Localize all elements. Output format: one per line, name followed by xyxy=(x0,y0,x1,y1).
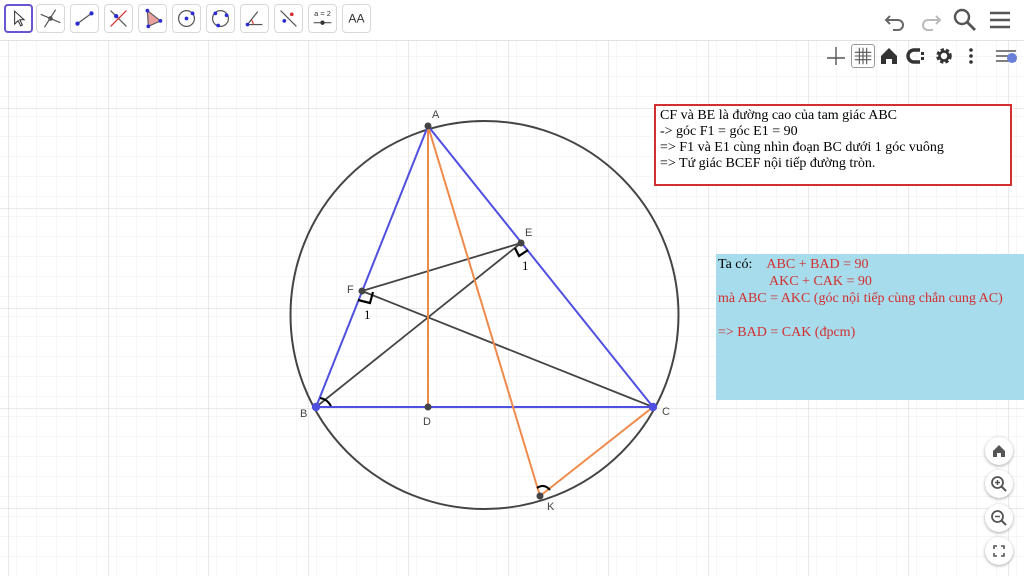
magnet-icon xyxy=(906,48,924,64)
text-tool-button[interactable]: AA xyxy=(342,4,371,33)
search-button[interactable] xyxy=(951,6,979,34)
angle-label-e1: 1 xyxy=(522,258,529,273)
point-capturing-button[interactable] xyxy=(904,44,928,68)
point-d[interactable] xyxy=(424,403,432,411)
note2-prefix: Ta có: xyxy=(718,257,753,272)
undo-button[interactable] xyxy=(881,6,909,34)
search-icon xyxy=(953,8,976,31)
point-e[interactable] xyxy=(517,239,525,247)
note1-line2: -> góc F1 = góc E1 = 90 xyxy=(660,124,798,139)
kebab-menu-icon xyxy=(969,48,973,64)
point-c[interactable] xyxy=(648,402,658,412)
graphics-style-bar xyxy=(822,42,1024,70)
circle-three-points-icon xyxy=(211,9,230,28)
label-d: D xyxy=(423,416,431,428)
axes-icon xyxy=(827,47,845,65)
text-tool-label: AA xyxy=(348,12,365,26)
note2-eq2: AKC + CAK = 90 xyxy=(769,274,872,289)
note1-line4: => Tứ giác BCEF nội tiếp đường tròn. xyxy=(660,156,876,171)
note1-line3: => F1 và E1 cùng nhìn đoạn BC dưới 1 góc… xyxy=(660,140,944,155)
fullscreen-icon xyxy=(993,545,1005,557)
hamburger-menu-icon xyxy=(990,11,1010,29)
graphics-settings-button[interactable] xyxy=(932,44,956,68)
move-tool-button[interactable] xyxy=(4,4,33,33)
zoom-out-icon xyxy=(991,510,1007,526)
redo-icon xyxy=(922,15,942,31)
toolbar: a = 2 AA xyxy=(0,0,1024,41)
text-icon: AA xyxy=(348,12,365,26)
reflect-tool-button[interactable] xyxy=(274,4,303,33)
label-b: B xyxy=(300,408,307,420)
circle-center-icon xyxy=(177,9,196,28)
grid-icon xyxy=(854,47,872,65)
point-a[interactable] xyxy=(424,122,432,130)
zoom-in-icon xyxy=(991,476,1007,492)
perpendicular-line-icon xyxy=(110,10,127,27)
fullscreen-button[interactable] xyxy=(985,537,1013,565)
circle-three-points-tool-button[interactable] xyxy=(206,4,235,33)
undo-icon xyxy=(884,15,904,31)
note2-line3: mà ABC = AKC (góc nội tiếp cùng chắn cun… xyxy=(718,291,1003,306)
label-e: E xyxy=(525,227,532,239)
point-b[interactable] xyxy=(311,402,321,412)
circle-tool-button[interactable] xyxy=(172,4,201,33)
label-a: A xyxy=(432,109,440,121)
perpendicular-tool-button[interactable] xyxy=(104,4,133,33)
slider-icon-text: a = 2 xyxy=(314,9,331,18)
zoom-out-button[interactable] xyxy=(985,504,1013,532)
style-bar-icon xyxy=(996,50,1017,63)
angle-icon xyxy=(245,11,263,27)
note-proof[interactable]: Ta có: ABC + BAD = 90 AKC + CAK = 90 mà A… xyxy=(716,254,1024,400)
home-icon xyxy=(881,48,897,64)
angle-label-f1: 1 xyxy=(364,307,371,322)
polygon-icon xyxy=(145,8,163,29)
note2-line4: => BAD = CAK (đpcm) xyxy=(718,325,856,340)
label-c: C xyxy=(662,406,670,418)
standard-view-button[interactable] xyxy=(877,44,901,68)
more-options-button[interactable] xyxy=(959,44,983,68)
redo-button[interactable] xyxy=(917,6,945,34)
note-altitudes[interactable]: CF và BE là đường cao của tam giác ABC -… xyxy=(654,104,1012,186)
gear-icon xyxy=(936,48,952,64)
angle-tool-button[interactable] xyxy=(240,4,269,33)
polygon-tool-button[interactable] xyxy=(138,4,167,33)
zoom-home-button[interactable] xyxy=(985,437,1013,465)
label-k: K xyxy=(547,501,555,513)
slider-tool-button[interactable]: a = 2 xyxy=(308,4,337,33)
toggle-axes-button[interactable] xyxy=(824,44,848,68)
toggle-grid-button[interactable] xyxy=(851,44,875,68)
style-bar-toggle-button[interactable] xyxy=(994,44,1018,68)
reflect-line-icon xyxy=(280,10,297,27)
segment-icon xyxy=(75,11,94,26)
point-tool-button[interactable] xyxy=(36,4,65,33)
main-menu-button[interactable] xyxy=(986,6,1014,34)
point-f[interactable] xyxy=(358,287,366,295)
label-f: F xyxy=(347,284,354,296)
line-tool-button[interactable] xyxy=(70,4,99,33)
note2-eq1: ABC + BAD = 90 xyxy=(766,257,869,272)
note1-line1: CF và BE là đường cao của tam giác ABC xyxy=(660,108,898,123)
point-k[interactable] xyxy=(536,492,544,500)
home-icon xyxy=(993,445,1005,457)
intersect-point-icon xyxy=(40,9,61,28)
zoom-in-button[interactable] xyxy=(985,470,1013,498)
slider-icon: a = 2 xyxy=(313,9,332,25)
cursor-arrow-icon xyxy=(14,10,26,27)
